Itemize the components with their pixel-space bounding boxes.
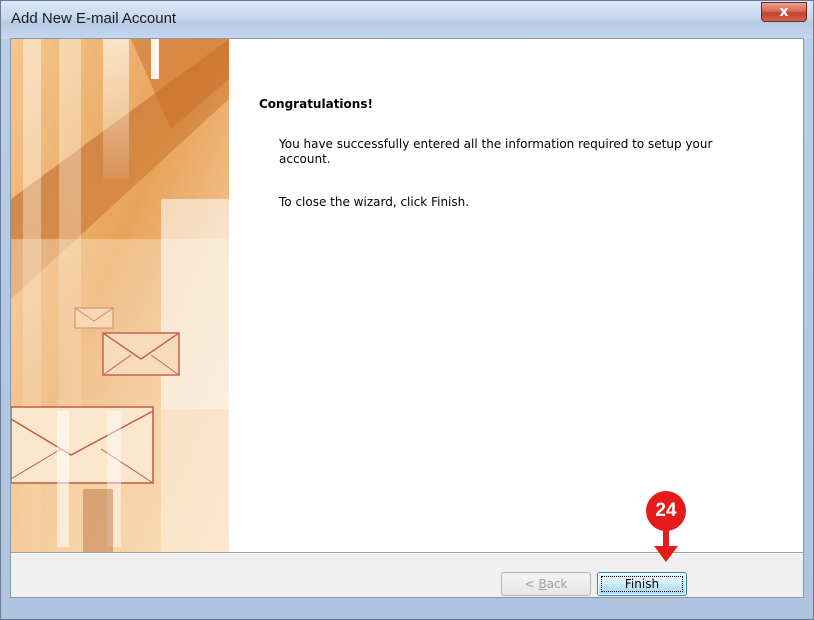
- step-callout-badge: 24: [646, 491, 686, 531]
- window-title: Add New E-mail Account: [11, 10, 177, 27]
- close-icon: x: [779, 4, 789, 20]
- arrow-down-icon: [654, 526, 678, 562]
- instruction-message: To close the wizard, click Finish.: [279, 195, 470, 209]
- back-button-prefix: <: [524, 577, 539, 591]
- finish-button[interactable]: Finish: [597, 572, 687, 596]
- wizard-window: Add New E-mail Account x Congratulations…: [0, 0, 814, 620]
- envelope-icon: [74, 307, 114, 329]
- finish-button-label: Finish: [624, 577, 660, 591]
- envelope-icon: [102, 332, 180, 376]
- decorative-side-image: [11, 39, 229, 552]
- wizard-content-panel: Congratulations! You have successfully e…: [229, 39, 803, 552]
- envelope-icon: [11, 406, 154, 484]
- back-button-accel: B: [538, 577, 547, 591]
- outlook-banner-art: [11, 39, 229, 552]
- back-button-suffix: ack: [546, 577, 568, 591]
- close-button[interactable]: x: [761, 2, 807, 22]
- back-button[interactable]: < Back: [501, 572, 591, 596]
- success-message: You have successfully entered all the in…: [279, 137, 713, 166]
- page-heading: Congratulations!: [259, 97, 373, 111]
- title-bar[interactable]: Add New E-mail Account x: [1, 1, 813, 39]
